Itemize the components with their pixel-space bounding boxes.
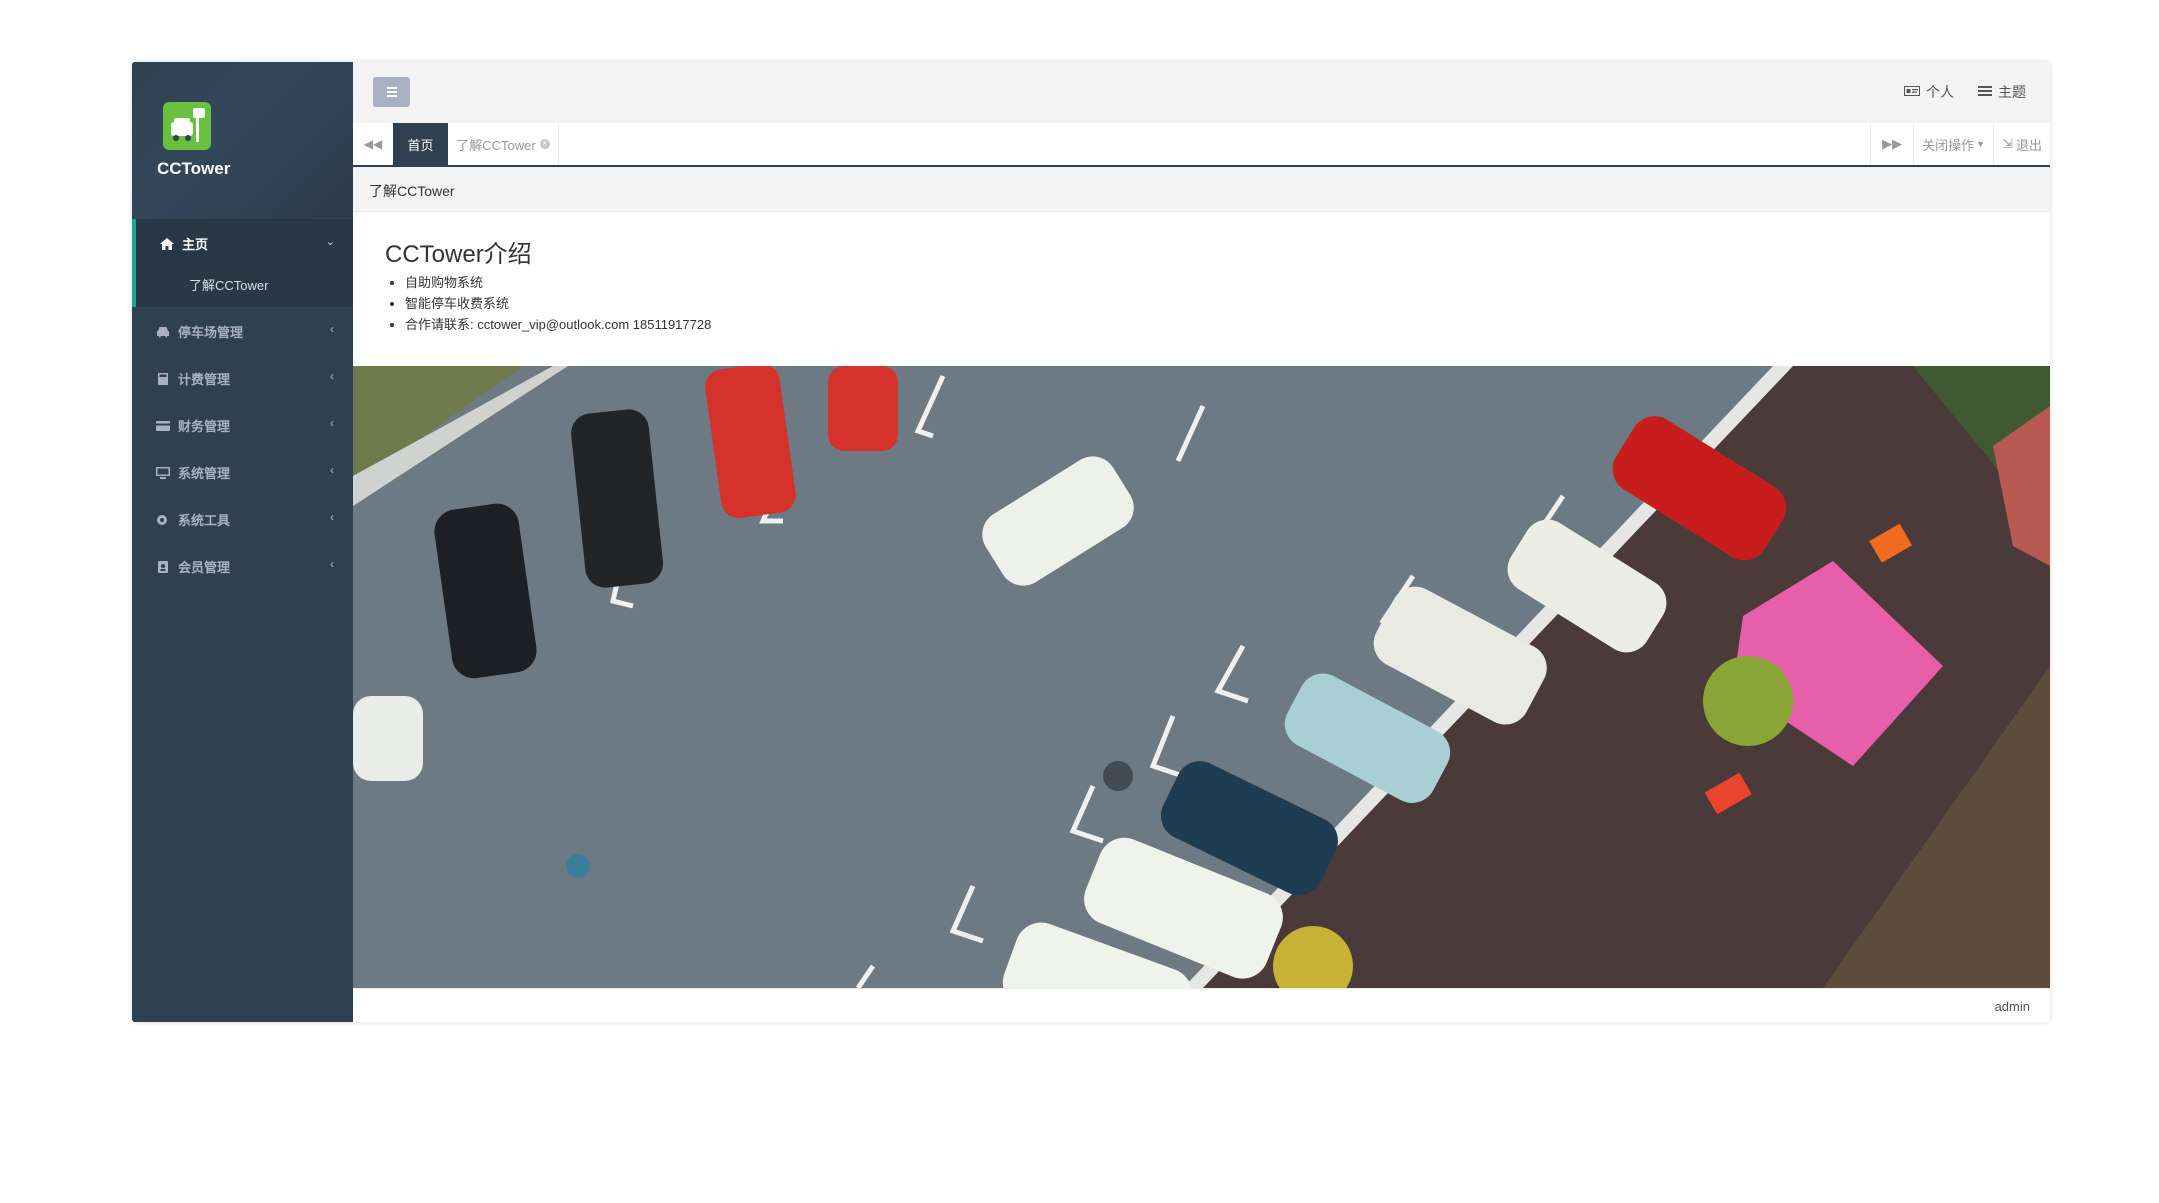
- car-icon: [156, 326, 170, 338]
- desktop-icon: [156, 466, 170, 479]
- sidebar-item-members[interactable]: 会员管理 ‹: [132, 542, 353, 589]
- logo-area: CCTower: [132, 62, 353, 218]
- parking-logo-icon: [163, 102, 211, 150]
- gear-icon: [156, 514, 170, 526]
- sidebar: CCTower 主页 ⌄ 了解CCTower 停车场管理 ‹ 计费管理 ‹ 财务…: [132, 62, 353, 1022]
- parking-lot-photo: [353, 366, 2050, 988]
- chevron-left-icon: ‹: [330, 557, 334, 571]
- breadcrumb: 了解CCTower: [353, 167, 2050, 212]
- close-ops-label: 关闭操作: [1922, 137, 1975, 153]
- app-name: CCTower: [157, 159, 231, 178]
- sidebar-item-finance[interactable]: 财务管理 ‹: [132, 401, 353, 448]
- sidebar-item-label: 财务管理: [178, 419, 231, 434]
- tab-right-controls: ▶▶ 关闭操作 ▼ ⇲ 退出: [1870, 123, 2050, 165]
- sidebar-item-label: 系统工具: [178, 513, 231, 528]
- calculator-icon: [156, 372, 170, 385]
- personal-link[interactable]: 个人: [1904, 82, 1954, 102]
- logout-label: 退出: [2015, 137, 2042, 153]
- sidebar-subitem-about[interactable]: 了解CCTower: [189, 275, 268, 294]
- chevron-down-icon: ⌄: [325, 236, 335, 248]
- sidebar-item-billing[interactable]: 计费管理 ‹: [132, 354, 353, 401]
- theme-label: 主题: [1998, 84, 2026, 100]
- list-item: 自助购物系统: [405, 272, 711, 293]
- address-book-icon: [156, 560, 170, 573]
- breadcrumb-title: 了解CCTower: [369, 183, 455, 199]
- caret-down-icon: ▼: [1976, 139, 1986, 149]
- menu-toggle-button[interactable]: [373, 77, 410, 107]
- theme-link[interactable]: 主题: [1978, 82, 2026, 102]
- sidebar-item-system[interactable]: 系统管理 ‹: [132, 448, 353, 495]
- list-item: 智能停车收费系统: [405, 293, 711, 314]
- sidebar-item-label: 系统管理: [178, 466, 231, 481]
- chevron-left-icon: ‹: [330, 369, 334, 383]
- chevron-left-icon: ‹: [330, 463, 334, 477]
- page-title: CCTower介绍: [385, 241, 532, 268]
- sidebar-item-home[interactable]: 主页 ⌄ 了解CCTower: [132, 219, 353, 307]
- logout-button[interactable]: ⇲ 退出: [1993, 123, 2050, 165]
- forward-icon: ▶▶: [1882, 136, 1903, 151]
- chevron-left-icon: ‹: [330, 322, 334, 336]
- id-card-icon: [1904, 84, 1920, 100]
- sidebar-nav: 主页 ⌄ 了解CCTower 停车场管理 ‹ 计费管理 ‹ 财务管理 ‹ 系统管…: [132, 219, 353, 589]
- sidebar-item-label: 停车场管理: [178, 325, 244, 340]
- chevron-left-icon: ‹: [330, 510, 334, 524]
- list-icon: [1978, 84, 1992, 100]
- feature-list: 自助购物系统 智能停车收费系统 合作请联系: cctower_vip@outlo…: [385, 272, 711, 335]
- list-item: 合作请联系: cctower_vip@outlook.com 185119177…: [405, 314, 711, 335]
- top-bar: 个人 主题: [353, 62, 2050, 123]
- intro-content: CCTower介绍 自助购物系统 智能停车收费系统 合作请联系: cctower…: [353, 212, 2050, 366]
- sidebar-item-label: 主页: [182, 237, 209, 252]
- tab-about[interactable]: 了解CCTower ×: [448, 123, 559, 165]
- tab-label: 了解CCTower: [456, 137, 536, 153]
- sidebar-item-parking[interactable]: 停车场管理 ‹: [132, 307, 353, 354]
- sign-out-icon: ⇲: [2002, 136, 2013, 151]
- tab-scroll-right-button[interactable]: ▶▶: [1870, 123, 1913, 165]
- tab-home[interactable]: 首页: [393, 123, 448, 165]
- tab-bar: ◀◀ 首页 了解CCTower × ▶▶ 关闭操作 ▼ ⇲ 退出: [353, 123, 2050, 167]
- personal-label: 个人: [1926, 84, 1954, 100]
- footer-user: admin: [1994, 999, 2030, 1014]
- sidebar-item-label: 计费管理: [178, 372, 231, 387]
- close-icon[interactable]: ×: [539, 139, 550, 149]
- footer: admin: [353, 988, 2050, 1022]
- chevron-left-icon: ‹: [330, 416, 334, 430]
- home-icon: [160, 237, 174, 250]
- top-right-links: 个人 主题: [1904, 82, 2026, 102]
- app-window: CCTower 主页 ⌄ 了解CCTower 停车场管理 ‹ 计费管理 ‹ 财务…: [132, 62, 2050, 1022]
- tab-scroll-left-button[interactable]: ◀◀: [353, 123, 394, 165]
- sidebar-item-tools[interactable]: 系统工具 ‹: [132, 495, 353, 542]
- close-ops-dropdown[interactable]: 关闭操作 ▼: [1913, 123, 1993, 165]
- backward-icon: ◀◀: [363, 137, 383, 151]
- credit-card-icon: [156, 420, 170, 432]
- sidebar-item-label: 会员管理: [178, 560, 231, 575]
